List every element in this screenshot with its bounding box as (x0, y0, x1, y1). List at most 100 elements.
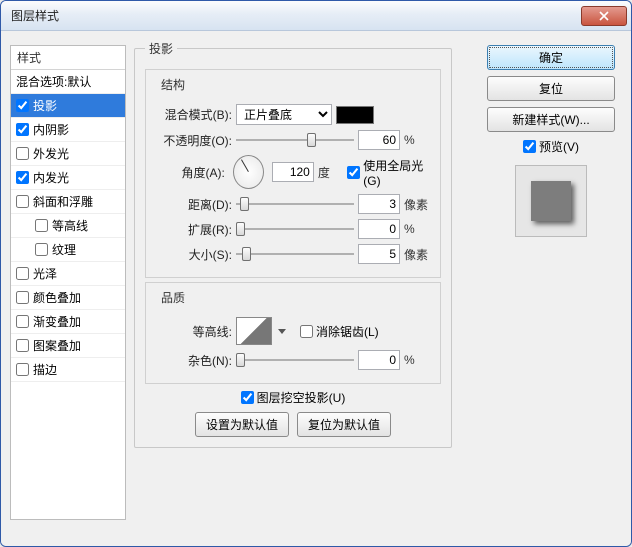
settings-panel: 投影 结构 混合模式(B): 正片叠底 不透明度(O): % (134, 40, 452, 520)
shadow-color-swatch[interactable] (336, 106, 374, 124)
style-item-0[interactable]: 投影 (11, 94, 125, 118)
reset-default-button[interactable]: 复位为默认值 (297, 412, 391, 437)
style-item-checkbox[interactable] (16, 171, 29, 184)
knockout-row: 图层挖空投影(U) (145, 389, 441, 406)
distance-slider[interactable] (236, 195, 354, 213)
style-item-checkbox[interactable] (16, 123, 29, 136)
noise-label: 杂色(N): (154, 352, 232, 369)
new-style-button[interactable]: 新建样式(W)... (487, 107, 615, 132)
style-item-7[interactable]: 光泽 (11, 262, 125, 286)
style-item-checkbox[interactable] (35, 243, 48, 256)
preview-checkbox[interactable]: 预览(V) (523, 138, 579, 155)
blend-mode-row: 混合模式(B): 正片叠底 (154, 104, 432, 125)
angle-label: 角度(A): (154, 164, 225, 181)
angle-dial[interactable] (233, 155, 264, 189)
style-item-label: 图案叠加 (33, 337, 81, 354)
distance-input[interactable] (358, 194, 400, 214)
right-panel: 确定 复位 新建样式(W)... 预览(V) (480, 45, 622, 237)
angle-input[interactable] (272, 162, 314, 182)
preview-box (515, 165, 587, 237)
style-item-label: 内阴影 (33, 121, 69, 138)
noise-slider[interactable] (236, 351, 354, 369)
distance-row: 距离(D): 像素 (154, 194, 432, 214)
spread-unit: % (404, 222, 432, 236)
default-buttons: 设置为默认值 复位为默认值 (145, 412, 441, 437)
style-item-checkbox[interactable] (16, 147, 29, 160)
angle-unit: 度 (318, 164, 343, 181)
style-item-label: 外发光 (33, 145, 69, 162)
style-item-8[interactable]: 颜色叠加 (11, 286, 125, 310)
style-item-6[interactable]: 纹理 (11, 238, 125, 262)
blend-options-row[interactable]: 混合选项:默认 (11, 70, 125, 94)
spread-row: 扩展(R): % (154, 219, 432, 239)
style-item-2[interactable]: 外发光 (11, 142, 125, 166)
noise-unit: % (404, 353, 432, 367)
set-default-button[interactable]: 设置为默认值 (195, 412, 289, 437)
style-item-label: 光泽 (33, 265, 57, 282)
titlebar: 图层样式 (1, 1, 631, 31)
noise-row: 杂色(N): % (154, 350, 432, 370)
opacity-slider[interactable] (236, 131, 354, 149)
contour-label: 等高线: (154, 323, 232, 340)
chevron-down-icon[interactable] (278, 329, 286, 334)
opacity-unit: % (404, 133, 432, 147)
close-button[interactable] (581, 6, 627, 26)
style-item-11[interactable]: 描边 (11, 358, 125, 382)
style-item-checkbox[interactable] (16, 315, 29, 328)
style-item-checkbox[interactable] (35, 219, 48, 232)
global-light-checkbox[interactable]: 使用全局光(G) (347, 157, 432, 188)
spread-label: 扩展(R): (154, 221, 232, 238)
size-unit: 像素 (404, 246, 432, 263)
dialog-window: 图层样式 样式 混合选项:默认 投影内阴影外发光内发光斜面和浮雕等高线纹理光泽颜… (0, 0, 632, 547)
angle-row: 角度(A): 度 使用全局光(G) (154, 155, 432, 189)
style-item-9[interactable]: 渐变叠加 (11, 310, 125, 334)
blend-mode-select[interactable]: 正片叠底 (236, 104, 332, 125)
style-item-checkbox[interactable] (16, 99, 29, 112)
structure-group: 结构 混合模式(B): 正片叠底 不透明度(O): % 角度(A): (145, 69, 441, 278)
antialias-checkbox[interactable]: 消除锯齿(L) (300, 323, 379, 340)
styles-list: 样式 混合选项:默认 投影内阴影外发光内发光斜面和浮雕等高线纹理光泽颜色叠加渐变… (10, 45, 126, 520)
structure-legend: 结构 (158, 76, 188, 93)
style-item-3[interactable]: 内发光 (11, 166, 125, 190)
quality-group: 品质 等高线: 消除锯齿(L) 杂色(N): % (145, 282, 441, 384)
style-item-label: 投影 (33, 97, 57, 114)
size-label: 大小(S): (154, 246, 232, 263)
style-item-label: 内发光 (33, 169, 69, 186)
style-item-label: 纹理 (52, 241, 76, 258)
contour-picker[interactable] (236, 317, 272, 345)
opacity-input[interactable] (358, 130, 400, 150)
effect-fieldset: 投影 结构 混合模式(B): 正片叠底 不透明度(O): % (134, 40, 452, 448)
style-item-checkbox[interactable] (16, 267, 29, 280)
preview-swatch (531, 181, 571, 221)
spread-slider[interactable] (236, 220, 354, 238)
blend-mode-label: 混合模式(B): (154, 106, 232, 123)
styles-header: 样式 (11, 46, 125, 70)
distance-label: 距离(D): (154, 196, 232, 213)
style-item-checkbox[interactable] (16, 339, 29, 352)
style-item-checkbox[interactable] (16, 291, 29, 304)
style-item-1[interactable]: 内阴影 (11, 118, 125, 142)
style-item-label: 描边 (33, 361, 57, 378)
contour-row: 等高线: 消除锯齿(L) (154, 317, 432, 345)
ok-button[interactable]: 确定 (487, 45, 615, 70)
dialog-body: 样式 混合选项:默认 投影内阴影外发光内发光斜面和浮雕等高线纹理光泽颜色叠加渐变… (1, 31, 631, 546)
style-item-5[interactable]: 等高线 (11, 214, 125, 238)
window-title: 图层样式 (11, 7, 581, 24)
close-icon (599, 11, 609, 21)
style-item-label: 颜色叠加 (33, 289, 81, 306)
style-item-label: 渐变叠加 (33, 313, 81, 330)
spread-input[interactable] (358, 219, 400, 239)
style-item-label: 斜面和浮雕 (33, 193, 93, 210)
distance-unit: 像素 (404, 196, 432, 213)
size-slider[interactable] (236, 245, 354, 263)
style-item-4[interactable]: 斜面和浮雕 (11, 190, 125, 214)
style-item-checkbox[interactable] (16, 363, 29, 376)
size-input[interactable] (358, 244, 400, 264)
effect-title: 投影 (145, 40, 177, 57)
style-item-checkbox[interactable] (16, 195, 29, 208)
opacity-row: 不透明度(O): % (154, 130, 432, 150)
knockout-checkbox[interactable]: 图层挖空投影(U) (241, 389, 346, 406)
cancel-button[interactable]: 复位 (487, 76, 615, 101)
noise-input[interactable] (358, 350, 400, 370)
style-item-10[interactable]: 图案叠加 (11, 334, 125, 358)
